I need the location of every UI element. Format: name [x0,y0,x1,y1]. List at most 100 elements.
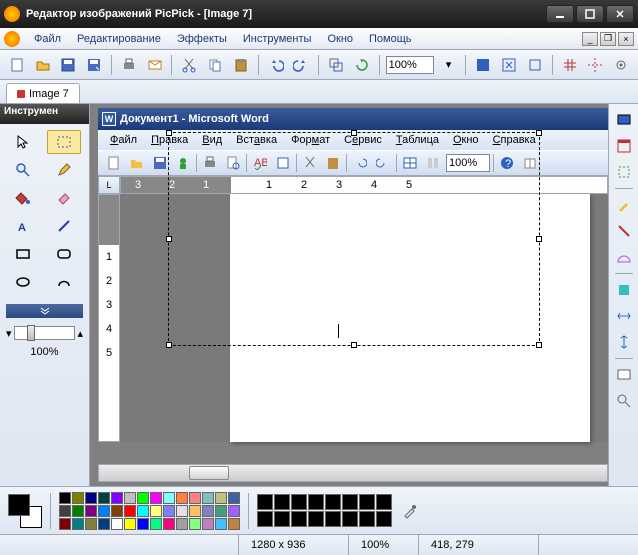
word-new-button[interactable] [104,153,124,173]
horizontal-ruler[interactable]: 3 2 1 1 2 3 4 5 [120,176,608,194]
slider-minus-icon[interactable]: ▾ [6,327,12,340]
color-swatch[interactable] [59,518,71,530]
new-button[interactable] [6,54,28,76]
word-research-button[interactable] [273,153,293,173]
tool-magnify[interactable] [6,158,40,182]
word-menu-edit[interactable]: Правка [145,133,194,147]
custom-swatch[interactable] [325,494,341,510]
color-swatch[interactable] [72,518,84,530]
menu-window[interactable]: Окно [319,31,361,47]
color-swatch[interactable] [189,492,201,504]
custom-swatch[interactable] [325,511,341,527]
color-swatch[interactable] [85,518,97,530]
word-help-button[interactable]: ? [497,153,517,173]
color-swatch[interactable] [163,492,175,504]
open-button[interactable] [32,54,54,76]
arrow-left-right-icon[interactable] [614,306,634,326]
vertical-ruler[interactable]: 1 2 3 4 5 [98,194,120,442]
word-menu-help[interactable]: Справка [487,133,542,147]
color-swatch[interactable] [228,505,240,517]
fit-button[interactable] [498,54,520,76]
tool-round-rect[interactable] [47,242,81,266]
color-swatch[interactable] [228,518,240,530]
word-zoom-input[interactable] [446,154,490,172]
color-swatch[interactable] [150,492,162,504]
custom-swatch[interactable] [359,494,375,510]
color-swatch[interactable] [189,518,201,530]
tool-fill[interactable] [6,186,40,210]
magnifier-button[interactable] [614,391,634,411]
cut-button[interactable] [178,54,200,76]
word-read-button[interactable] [520,153,540,173]
protractor-button[interactable] [614,247,634,267]
color-swatch[interactable] [176,505,188,517]
maximize-button[interactable] [576,5,604,23]
color-swatch[interactable] [72,492,84,504]
copy-button[interactable] [204,54,226,76]
save-as-button[interactable] [83,54,105,76]
undo-button[interactable] [265,54,287,76]
canvas-area[interactable]: W Документ1 - Microsoft Word Файл Правка… [90,104,608,486]
color-swatch[interactable] [98,492,110,504]
mdi-close-button[interactable]: × [618,32,634,46]
color-swatch[interactable] [98,518,110,530]
custom-swatch[interactable] [274,511,290,527]
color-swatch[interactable] [189,505,201,517]
word-menu-file[interactable]: Файл [104,133,143,147]
minimize-button[interactable] [546,5,574,23]
color-swatch[interactable] [85,492,97,504]
zoom-input[interactable] [386,56,434,74]
word-print-button[interactable] [200,153,220,173]
save-button[interactable] [58,54,80,76]
tool-ellipse[interactable] [6,270,40,294]
crosshair-button[interactable] [584,54,606,76]
custom-swatch[interactable] [274,494,290,510]
word-menu-window[interactable]: Окно [447,133,485,147]
color-swatch[interactable] [124,518,136,530]
mdi-restore-button[interactable]: ❐ [600,32,616,46]
color-swatch[interactable] [202,505,214,517]
resize-button[interactable] [325,54,347,76]
tool-line[interactable] [47,214,81,238]
word-save-button[interactable] [150,153,170,173]
settings-button[interactable] [610,54,632,76]
word-menu-table[interactable]: Таблица [390,133,445,147]
arrow-up-down-icon[interactable] [614,332,634,352]
capture-window-button[interactable] [614,136,634,156]
menu-file[interactable]: Файл [26,31,69,47]
word-cut-button[interactable] [300,153,320,173]
custom-swatch[interactable] [342,511,358,527]
tool-select-rect[interactable] [47,130,81,154]
color-swatch[interactable] [137,492,149,504]
word-open-button[interactable] [127,153,147,173]
color-swatch[interactable] [228,492,240,504]
menu-help[interactable]: Помощь [361,31,420,47]
menu-edit[interactable]: Редактирование [69,31,169,47]
actual-size-button[interactable] [524,54,546,76]
foreground-swatch[interactable] [8,494,30,516]
tool-pencil[interactable] [47,158,81,182]
capture-region-button[interactable] [614,162,634,182]
word-menu-insert[interactable]: Вставка [230,133,283,147]
grid-button[interactable] [559,54,581,76]
color-swatch[interactable] [59,505,71,517]
scrollbar-thumb[interactable] [189,466,229,480]
color-swatch[interactable] [215,518,227,530]
custom-swatch[interactable] [308,494,324,510]
color-swatch[interactable] [137,505,149,517]
redo-button[interactable] [290,54,312,76]
custom-swatch[interactable] [308,511,324,527]
paste-button[interactable] [230,54,252,76]
color-swatch[interactable] [124,492,136,504]
color-swatch[interactable] [111,505,123,517]
color-swatch[interactable] [72,505,84,517]
word-permissions-button[interactable] [173,153,193,173]
custom-swatch[interactable] [257,511,273,527]
word-paste-button[interactable] [323,153,343,173]
pixel-ruler-button[interactable] [614,221,634,241]
color-picker-button[interactable] [614,195,634,215]
close-button[interactable] [606,5,634,23]
fullscreen-button[interactable] [472,54,494,76]
color-swatch[interactable] [163,518,175,530]
crosshair-overlay-button[interactable] [614,280,634,300]
